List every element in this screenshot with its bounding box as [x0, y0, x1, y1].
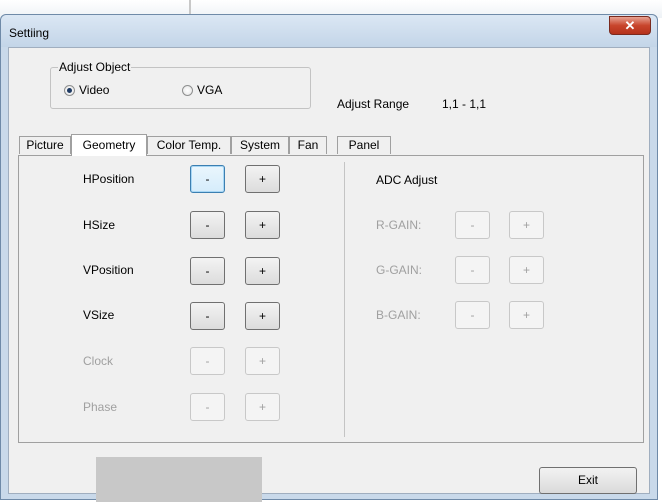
vsize-label: VSize [83, 308, 115, 322]
tab-color-temp[interactable]: Color Temp. [147, 136, 231, 154]
hsize-label: HSize [83, 218, 116, 232]
hposition-minus-button[interactable]: - [190, 165, 225, 193]
dialog-client-area: Adjust Object Video VGA Adjust Range 1,1… [8, 47, 650, 502]
geometry-tab-panel: HPosition - + HSize - + VPosition - + VS… [18, 155, 644, 443]
tab-picture[interactable]: Picture [19, 136, 71, 154]
title-bar[interactable]: Settiing ✕ [1, 15, 657, 47]
tab-fan[interactable]: Fan [289, 136, 327, 154]
g-gain-label: G-GAIN: [376, 263, 423, 277]
radio-vga-indicator[interactable] [182, 84, 193, 96]
radio-vga-label: VGA [197, 83, 223, 97]
phase-plus-button[interactable]: + [245, 393, 280, 421]
tab-geometry[interactable]: Geometry [71, 134, 147, 156]
column-divider [344, 162, 345, 437]
tab-panel[interactable]: Panel [337, 136, 391, 154]
footer-placeholder-box [96, 457, 262, 502]
settings-window: Settiing ✕ Adjust Object Video VGA Adjus… [0, 14, 658, 502]
hsize-minus-button[interactable]: - [190, 211, 225, 239]
vposition-plus-button[interactable]: + [245, 257, 280, 285]
hsize-plus-button[interactable]: + [245, 211, 280, 239]
b-gain-label: B-GAIN: [376, 308, 421, 322]
close-icon: ✕ [624, 18, 636, 33]
phase-minus-button[interactable]: - [190, 393, 225, 421]
adc-adjust-title: ADC Adjust [376, 173, 438, 187]
vsize-plus-button[interactable]: + [245, 302, 280, 330]
adjust-object-group: Adjust Object Video VGA [50, 60, 311, 109]
clock-minus-button[interactable]: - [190, 347, 225, 375]
vsize-minus-button[interactable]: - [190, 302, 225, 330]
phase-label: Phase [83, 400, 118, 414]
radio-video-label: Video [79, 83, 110, 97]
radio-video-indicator[interactable] [64, 84, 75, 96]
hposition-plus-button[interactable]: + [245, 165, 280, 193]
radio-vga[interactable]: VGA [182, 83, 222, 97]
r-gain-minus-button[interactable]: - [455, 211, 490, 239]
r-gain-plus-button[interactable]: + [509, 211, 544, 239]
exit-button[interactable]: Exit [539, 467, 637, 494]
b-gain-minus-button[interactable]: - [455, 301, 490, 329]
vposition-label: VPosition [83, 263, 134, 277]
adjust-range-value: 1,1 - 1,1 [442, 97, 487, 111]
r-gain-label: R-GAIN: [376, 218, 422, 232]
g-gain-plus-button[interactable]: + [509, 256, 544, 284]
tab-system[interactable]: System [231, 136, 289, 154]
hposition-label: HPosition [83, 172, 135, 186]
radio-video[interactable]: Video [64, 83, 109, 97]
g-gain-minus-button[interactable]: - [455, 256, 490, 284]
adjust-object-legend: Adjust Object [58, 60, 132, 74]
vposition-minus-button[interactable]: - [190, 257, 225, 285]
b-gain-plus-button[interactable]: + [509, 301, 544, 329]
window-title: Settiing [9, 26, 50, 40]
adjust-range-label: Adjust Range [337, 97, 410, 111]
close-button[interactable]: ✕ [609, 16, 651, 35]
clock-label: Clock [83, 354, 114, 368]
clock-plus-button[interactable]: + [245, 347, 280, 375]
